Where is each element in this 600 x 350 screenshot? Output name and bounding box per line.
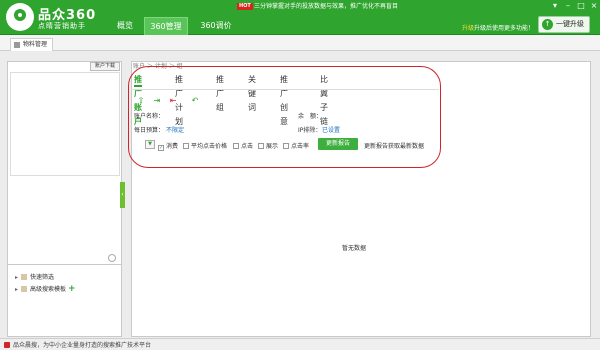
account-tree[interactable] — [10, 72, 120, 176]
title-bar: 品众360 点睛营销助手 概览 360管理 360调价 HOT 三分钟掌握对手的… — [0, 0, 600, 35]
close-icon[interactable]: × — [589, 1, 599, 11]
refresh-icon[interactable] — [108, 254, 116, 262]
skin-icon[interactable]: ▾ — [550, 1, 560, 11]
logo-icon — [6, 3, 34, 31]
nav-tab-360-bid[interactable]: 360调价 — [196, 17, 236, 35]
speaker-icon — [4, 342, 10, 348]
status-text: 品众晨搜，为中小企业量身打造的搜索推广技术平台 — [13, 342, 152, 349]
add-icon[interactable]: + — [68, 284, 76, 294]
document-icon — [14, 42, 20, 48]
filter-panel: ▸ 快速筛选 ▸ 高级搜索模板 + — [7, 264, 122, 337]
promo-notice-link[interactable]: 三分钟掌握对手的投放数据与效果，推广优化不再盲目 — [254, 2, 398, 11]
empty-state: 暂无数据 — [342, 245, 367, 252]
collapse-handle[interactable]: ‹ — [120, 182, 125, 208]
one-click-upgrade-button[interactable]: ↑ 一键升级 — [538, 16, 590, 33]
nav-tab-360-manage[interactable]: 360管理 — [144, 17, 188, 35]
minimize-icon[interactable]: – — [563, 1, 573, 11]
filter-icon — [21, 274, 27, 280]
account-download-button[interactable]: 账户下载 — [90, 62, 120, 71]
upgrade-tip: 升级升级后使用更多功能！ — [462, 25, 535, 32]
nav-tab-overview[interactable]: 概览 — [110, 17, 140, 35]
hot-badge: HOT — [237, 3, 253, 10]
arrow-up-icon: ↑ — [542, 19, 553, 30]
maximize-icon[interactable]: □ — [576, 1, 586, 11]
highlight-annotation — [128, 66, 441, 168]
tree-item-quick-filter[interactable]: ▸ 快速筛选 — [15, 272, 54, 281]
app-subtitle: 点睛营销助手 — [38, 22, 86, 30]
status-bar: 品众晨搜，为中小企业量身打造的搜索推广技术平台 — [0, 338, 600, 350]
template-icon — [21, 286, 27, 292]
tab-material-manage[interactable]: 物料管理 — [10, 38, 54, 51]
tree-item-advanced-search[interactable]: ▸ 高级搜索模板 + — [15, 284, 75, 294]
page-tab-bar: 物料管理 — [0, 35, 600, 51]
